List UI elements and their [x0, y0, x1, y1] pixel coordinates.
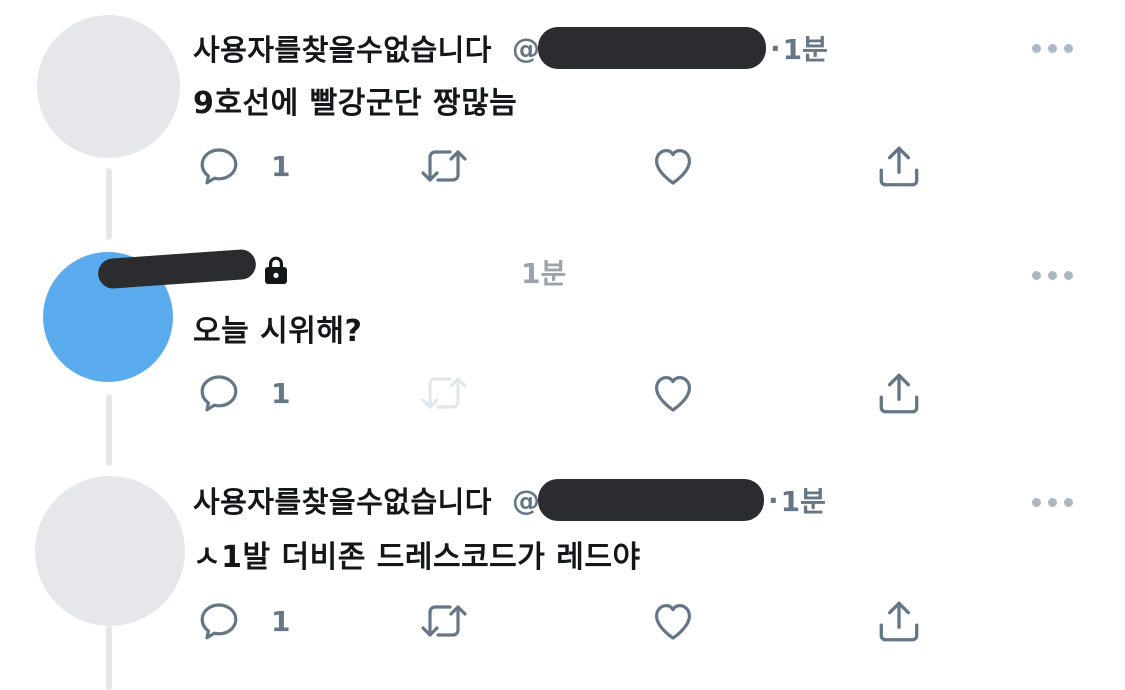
- share-button[interactable]: [874, 368, 924, 418]
- reply-icon: [195, 142, 243, 190]
- like-button[interactable]: [648, 368, 698, 418]
- reply-icon: [195, 369, 243, 417]
- separator-dot: ·: [767, 483, 779, 517]
- tweet-header: 사용자를찾을수없습니다 @ · 1분: [193, 26, 828, 70]
- handle[interactable]: @: [512, 484, 540, 517]
- tweet-actions: 1: [0, 596, 1125, 646]
- display-name[interactable]: 사용자를찾을수없습니다: [193, 27, 492, 69]
- reply-count: 1: [271, 604, 291, 638]
- handle[interactable]: @: [512, 32, 540, 65]
- like-button[interactable]: [648, 141, 698, 191]
- tweet[interactable]: 사용자를찾을수없습니다 @ · 1분 9호선에 빨강군단 짱많늠 1: [0, 0, 1125, 226]
- reply-button[interactable]: 1: [195, 368, 290, 418]
- retweet-button[interactable]: [416, 596, 472, 646]
- share-icon: [874, 141, 924, 191]
- tweet-text: 9호선에 빨강군단 짱많늠: [193, 86, 518, 121]
- reply-count: 1: [271, 376, 291, 410]
- tweet-actions: 1: [0, 141, 1125, 191]
- share-icon: [874, 596, 924, 646]
- redacted-handle: [537, 479, 764, 521]
- reply-button[interactable]: 1: [195, 141, 290, 191]
- separator-dot: ·: [769, 31, 781, 65]
- reply-button[interactable]: 1: [195, 596, 290, 646]
- tweet[interactable]: 1분 오늘 시위해? 1: [0, 226, 1125, 452]
- heart-icon: [648, 369, 698, 417]
- retweet-button-disabled: [416, 368, 472, 418]
- tweet-actions: 1: [0, 368, 1125, 418]
- retweet-icon: [416, 597, 472, 645]
- conversation-thread: 사용자를찾을수없습니다 @ · 1분 9호선에 빨강군단 짱많늠 1 1분 오늘…: [0, 0, 1125, 690]
- tweet[interactable]: 사용자를찾을수없습니다 @ · 1분 ㅅ1발 더비존 드레스코드가 레드야 1: [0, 454, 1125, 680]
- timestamp[interactable]: 1분: [521, 252, 566, 292]
- more-icon[interactable]: [1032, 498, 1073, 507]
- avatar[interactable]: [37, 15, 180, 158]
- reply-count: 1: [271, 149, 291, 183]
- share-button[interactable]: [874, 596, 924, 646]
- retweet-icon: [416, 142, 472, 190]
- heart-icon: [648, 142, 698, 190]
- more-icon[interactable]: [1032, 271, 1073, 280]
- display-name[interactable]: 사용자를찾을수없습니다: [193, 479, 492, 521]
- timestamp[interactable]: 1분: [781, 480, 826, 520]
- reply-icon: [195, 597, 243, 645]
- share-button[interactable]: [874, 141, 924, 191]
- more-icon[interactable]: [1032, 44, 1073, 53]
- lock-icon: [263, 255, 289, 289]
- like-button[interactable]: [648, 596, 698, 646]
- redacted-handle: [537, 27, 766, 69]
- tweet-header: 사용자를찾을수없습니다 @ · 1분: [193, 478, 826, 522]
- timestamp[interactable]: 1분: [783, 28, 828, 68]
- tweet-text: 오늘 시위해?: [193, 314, 363, 349]
- heart-icon: [648, 597, 698, 645]
- retweet-button[interactable]: [416, 141, 472, 191]
- share-icon: [874, 368, 924, 418]
- tweet-text: ㅅ1발 더비존 드레스코드가 레드야: [193, 540, 641, 575]
- retweet-icon: [416, 369, 472, 417]
